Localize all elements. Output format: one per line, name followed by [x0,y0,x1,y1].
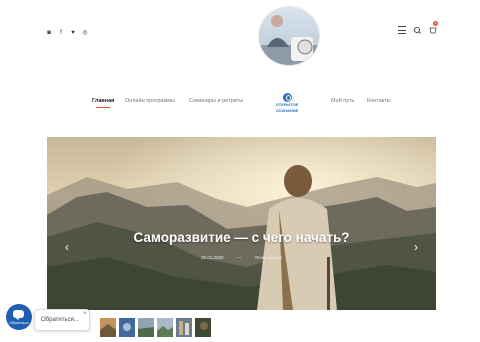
logo-line-2: СОЗНАНИЕ [275,107,299,113]
chat-button[interactable]: Обратиться [6,304,32,330]
thumbnail[interactable] [100,318,116,337]
thumbnail[interactable] [119,318,135,337]
header-actions: 0 [398,21,438,34]
cart-count-badge: 0 [433,21,438,26]
hero-meta-separator: — [236,255,242,260]
menu-icon[interactable] [398,26,406,34]
hero-slider[interactable]: Саморазвитие — с чего начать? 30.01.2020… [47,137,436,310]
thumbnail[interactable] [157,318,173,337]
main-nav: Главная Онлайн программы Семинары и ретр… [0,93,480,120]
chat-prompt-box[interactable]: Обратиться... × [34,309,90,331]
close-icon[interactable]: × [83,311,87,317]
thumbnail[interactable] [138,318,154,337]
avatar-photo [259,7,319,65]
chat-button-label: Обратиться [9,321,29,325]
facebook-icon[interactable]: f [58,30,64,36]
thumbnail[interactable] [176,318,192,337]
hero-title[interactable]: Саморазвитие — с чего начать? [47,230,436,245]
logo-line-1: ОТКРЫТОЕ [275,102,299,107]
instagram-icon[interactable]: ◙ [46,30,52,36]
site-logo[interactable]: ОТКРЫТОЕ СОЗНАНИЕ [272,93,302,113]
chat-prompt-text: Обратиться... [41,317,79,323]
nav-item-seminars[interactable]: Семинары и ретриты [189,98,243,104]
chat-bubble-icon [13,310,24,320]
nav-item-online-programs[interactable]: Онлайн программы [125,98,175,104]
twitter-icon[interactable]: ♥ [70,30,76,36]
next-slide-button[interactable]: › [411,240,421,254]
nav-item-contacts[interactable]: Контакты [367,98,391,104]
thumbnail[interactable] [195,318,211,337]
hero-meta: 30.01.2020 — Точки зрения [47,255,436,260]
nav-item-my-path[interactable]: Мой путь [331,98,354,104]
hero-category[interactable]: Точки зрения [255,255,282,260]
hero-date: 30.01.2020 [201,255,224,260]
search-icon[interactable] [414,26,421,34]
pinterest-icon[interactable]: ◎ [82,30,88,36]
nav-item-home[interactable]: Главная [92,98,114,108]
social-links: ◙ f ♥ ◎ [46,30,88,36]
thumbnail-strip [100,318,211,337]
cart-icon[interactable]: 0 [429,21,438,34]
prev-slide-button[interactable]: ‹ [62,240,72,254]
logo-mark-icon [282,93,292,102]
avatar[interactable] [258,6,320,66]
hero-image [47,137,436,310]
